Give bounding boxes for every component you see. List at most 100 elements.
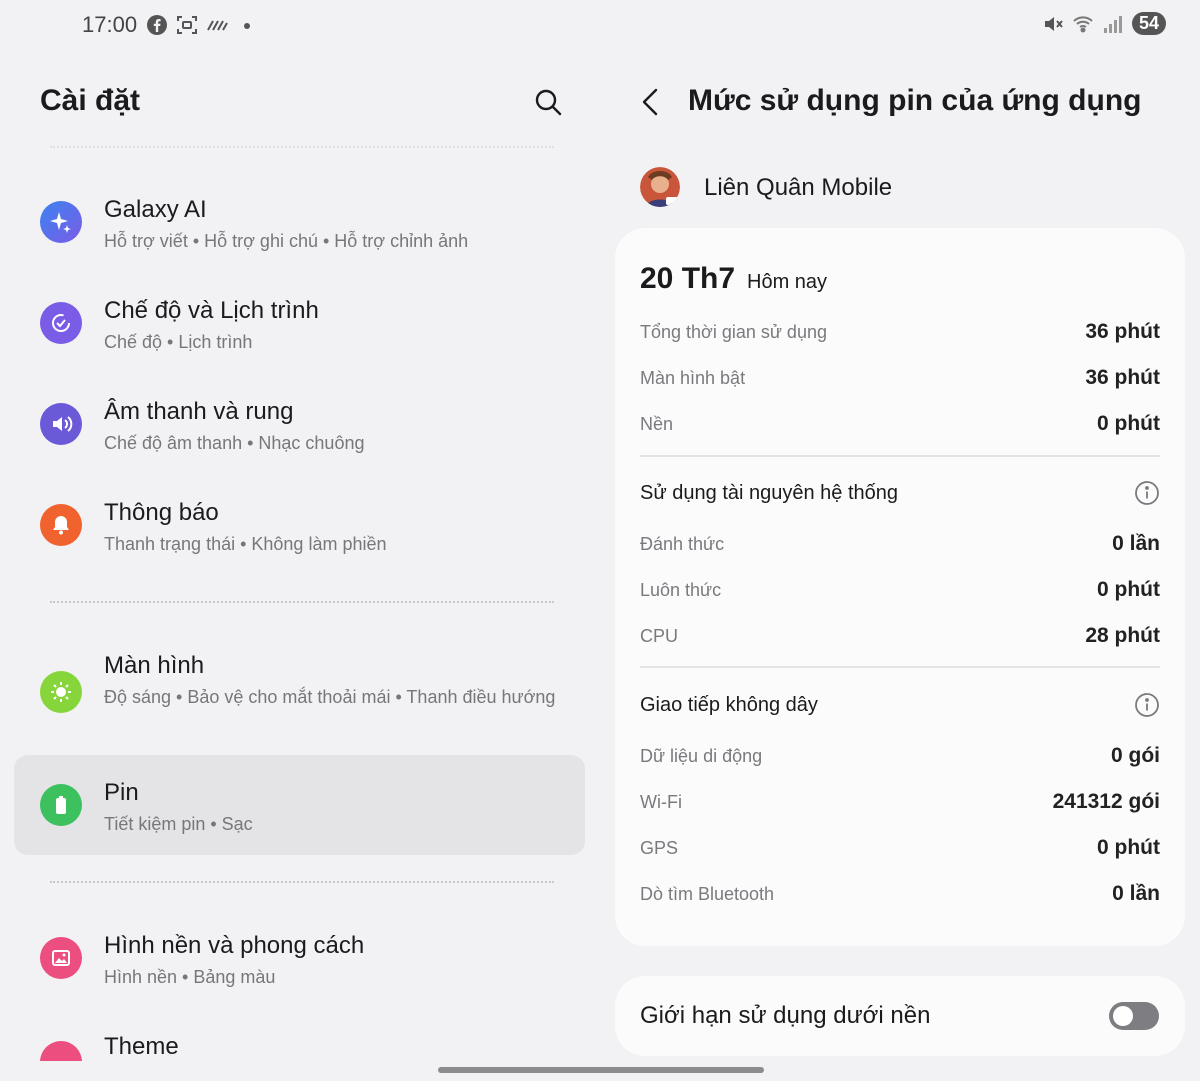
sun-icon (40, 671, 82, 713)
usage-row: Dữ liệu di động 0 gói (640, 744, 1160, 776)
wireless-section: Giao tiếp không dây (640, 692, 1160, 726)
wifi-icon (1072, 13, 1094, 35)
status-time: 17:00 (82, 12, 138, 37)
info-icon[interactable] (1134, 692, 1160, 718)
background-limit-card[interactable]: Giới hạn sử dụng dưới nền (615, 976, 1185, 1056)
usage-date-label: Hôm nay (747, 271, 828, 293)
settings-item-wallpaper[interactable]: Hình nền và phong cách Hình nền • Bảng m… (14, 908, 585, 1008)
usage-date: 20 Th7 (640, 262, 736, 295)
usage-row: Luôn thức 0 phút (640, 578, 1160, 610)
app-name: Liên Quân Mobile (704, 174, 893, 201)
settings-item-title: Âm thanh và rung (104, 398, 294, 425)
dot-icon (236, 14, 258, 36)
theme-icon (40, 1041, 82, 1061)
screenshot-icon (176, 14, 198, 36)
signal-lines-icon (206, 14, 228, 36)
settings-item-title: Pin (104, 779, 139, 806)
usage-row-value: 36 phút (1085, 366, 1160, 389)
settings-item-notifications[interactable]: Thông báo Thanh trạng thái • Không làm p… (14, 475, 585, 575)
divider (50, 881, 554, 883)
usage-row-label: Dữ liệu di động (640, 746, 763, 766)
usage-row-value: 36 phút (1085, 320, 1160, 343)
facebook-icon (146, 14, 168, 36)
usage-card: 20 Th7 Hôm nay Tổng thời gian sử dụng 36… (615, 228, 1185, 946)
picture-icon (40, 937, 82, 979)
back-arrow-icon (642, 88, 658, 116)
usage-row-label: Tổng thời gian sử dụng (640, 322, 827, 342)
usage-row-label: Dò tìm Bluetooth (640, 884, 775, 904)
bell-icon (40, 504, 82, 546)
usage-row-label: GPS (640, 838, 679, 858)
usage-row-label: Đánh thức (640, 534, 725, 554)
section-title: Sử dụng tài nguyên hệ thống (640, 482, 899, 504)
settings-item-theme[interactable]: Theme (14, 1009, 585, 1061)
settings-item-title: Hình nền và phong cách (104, 932, 365, 959)
usage-row-label: CPU (640, 626, 679, 646)
settings-item-subtitle: Chế độ âm thanh • Nhạc chuông (104, 433, 365, 453)
section-title: Giao tiếp không dây (640, 694, 818, 716)
settings-item-modes[interactable]: Chế độ và Lịch trình Chế độ • Lịch trình (14, 273, 585, 373)
page-title: Cài đặt (40, 84, 141, 117)
settings-item-subtitle: Hình nền • Bảng màu (104, 967, 276, 987)
search-button[interactable] (532, 86, 564, 118)
usage-row-value: 0 lần (1112, 882, 1160, 905)
battery-level-badge: 54 (1131, 12, 1166, 35)
system-resources-section: Sử dụng tài nguyên hệ thống (640, 480, 1160, 514)
cellular-signal-icon (1102, 13, 1124, 35)
section-divider (640, 666, 1160, 668)
background-limit-toggle[interactable] (1109, 1002, 1159, 1030)
settings-item-title: Theme (104, 1033, 179, 1060)
toggle-knob (1113, 1006, 1133, 1026)
usage-row-value: 0 phút (1097, 836, 1160, 859)
settings-item-display[interactable]: Màn hình Độ sáng • Bảo vệ cho mắt thoải … (14, 628, 585, 748)
usage-row-value: 241312 gói (1052, 790, 1160, 813)
usage-row: Đánh thức 0 lần (640, 532, 1160, 564)
usage-row: GPS 0 phút (640, 836, 1160, 868)
speaker-icon (40, 403, 82, 445)
usage-row: CPU 28 phút (640, 624, 1160, 656)
settings-item-subtitle: Tiết kiệm pin • Sạc (104, 814, 253, 834)
usage-row-value: 28 phút (1085, 624, 1160, 647)
settings-item-subtitle: Hỗ trợ viết • Hỗ trợ ghi chú • Hỗ trợ ch… (104, 231, 469, 251)
sparkle-icon (40, 201, 82, 243)
back-button[interactable] (636, 86, 666, 118)
home-indicator[interactable] (438, 1067, 764, 1073)
routine-check-icon (40, 302, 82, 344)
divider (50, 146, 554, 148)
usage-row: Nền 0 phút (640, 412, 1160, 444)
status-bar: 17:00 54 (0, 0, 1200, 52)
status-left-icons (146, 14, 258, 36)
settings-item-battery[interactable]: Pin Tiết kiệm pin • Sạc (14, 755, 585, 855)
settings-item-subtitle: Thanh trạng thái • Không làm phiền (104, 534, 387, 554)
battery-icon (40, 784, 82, 826)
settings-item-title: Galaxy AI (104, 196, 207, 223)
section-divider (640, 455, 1160, 457)
usage-row: Tổng thời gian sử dụng 36 phút (640, 320, 1160, 352)
settings-item-title: Chế độ và Lịch trình (104, 297, 319, 324)
app-icon (640, 167, 680, 207)
info-icon[interactable] (1134, 480, 1160, 506)
mute-icon (1042, 13, 1064, 35)
usage-row-value: 0 phút (1097, 412, 1160, 435)
background-limit-label: Giới hạn sử dụng dưới nền (640, 1002, 931, 1029)
usage-row: Wi-Fi 241312 gói (640, 790, 1160, 822)
settings-item-subtitle: Chế độ • Lịch trình (104, 332, 253, 352)
usage-row-label: Màn hình bật (640, 368, 746, 388)
usage-row-value: 0 lần (1112, 532, 1160, 555)
settings-item-title: Thông báo (104, 499, 219, 526)
divider (50, 601, 554, 603)
detail-title: Mức sử dụng pin của ứng dụng (688, 84, 1142, 117)
usage-row-label: Nền (640, 414, 674, 434)
usage-row: Dò tìm Bluetooth 0 lần (640, 882, 1160, 914)
usage-row-label: Wi-Fi (640, 792, 682, 812)
usage-row-label: Luôn thức (640, 580, 722, 600)
settings-item-title: Màn hình (104, 652, 205, 679)
settings-item-sound[interactable]: Âm thanh và rung Chế độ âm thanh • Nhạc … (14, 374, 585, 474)
usage-row-value: 0 gói (1110, 744, 1160, 767)
search-icon (535, 89, 562, 116)
settings-item-subtitle: Độ sáng • Bảo vệ cho mắt thoải mái • Tha… (104, 687, 556, 707)
usage-row: Màn hình bật 36 phút (640, 366, 1160, 398)
status-right-icons: 54 (1042, 12, 1166, 35)
settings-item-galaxy-ai[interactable]: Galaxy AI Hỗ trợ viết • Hỗ trợ ghi chú •… (14, 172, 585, 272)
usage-row-value: 0 phút (1097, 578, 1160, 601)
